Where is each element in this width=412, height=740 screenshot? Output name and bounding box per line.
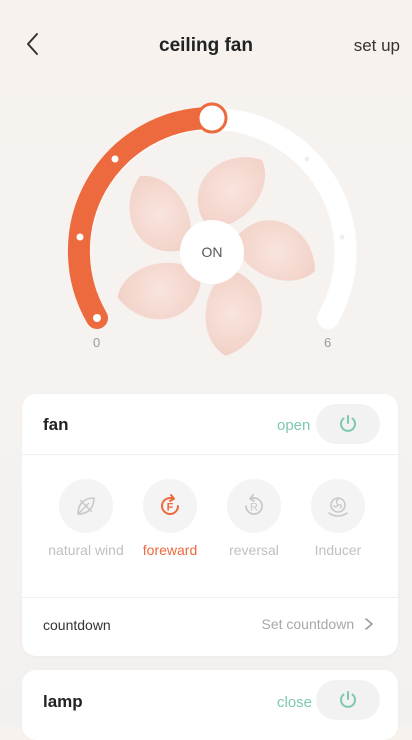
lamp-card: lamp close [22, 670, 398, 740]
countdown-label: countdown [43, 617, 111, 633]
svg-text:R: R [250, 502, 258, 514]
mode-forward[interactable]: F foreward [130, 479, 210, 560]
reverse-rotation-icon: R [245, 494, 263, 515]
lamp-status: close [277, 694, 313, 711]
mode-label: Inducer [314, 542, 362, 558]
dial-min-label: 0 [93, 335, 101, 350]
fan-card: fan open natural wind F foreward R rever… [22, 394, 398, 656]
dial-tick-dot [111, 155, 119, 163]
page-title: ceiling fan [159, 35, 253, 56]
mode-reversal[interactable]: R reversal [214, 479, 294, 560]
power-icon [340, 415, 356, 432]
power-icon [340, 691, 356, 708]
fan-state-label: ON [202, 244, 223, 260]
lamp-title: lamp [43, 692, 83, 711]
svg-text:F: F [167, 502, 174, 514]
mode-inducer[interactable]: Inducer [298, 479, 378, 560]
divider [22, 597, 398, 598]
dial-knob[interactable] [196, 102, 228, 134]
lamp-power-button[interactable] [316, 680, 380, 720]
mode-label: reversal [229, 542, 279, 558]
forward-rotation-icon: F [161, 494, 179, 515]
fan-status: open [277, 417, 311, 434]
dial-max-label: 6 [324, 335, 332, 350]
inducer-icon [328, 497, 348, 517]
fan-power-button[interactable] [316, 404, 380, 444]
set-countdown-button[interactable]: Set countdown [261, 616, 374, 632]
dial-tick-dot [339, 234, 345, 240]
dial-tick-dot [93, 314, 101, 322]
mode-natural-wind[interactable]: natural wind [46, 479, 126, 560]
fan-title: fan [43, 415, 69, 434]
header: ceiling fan set up [0, 0, 412, 90]
dial-tick-dot [304, 156, 310, 162]
chevron-right-icon [365, 618, 373, 630]
dial-tick-dot [76, 233, 84, 241]
fan-speed-dial[interactable]: ON 0 6 [0, 80, 412, 370]
mode-label: foreward [142, 542, 198, 558]
mode-label: natural wind [48, 542, 124, 558]
setup-button[interactable]: set up [354, 36, 400, 56]
leaf-icon [77, 497, 95, 515]
countdown-value: Set countdown [261, 616, 355, 632]
divider [22, 454, 398, 455]
